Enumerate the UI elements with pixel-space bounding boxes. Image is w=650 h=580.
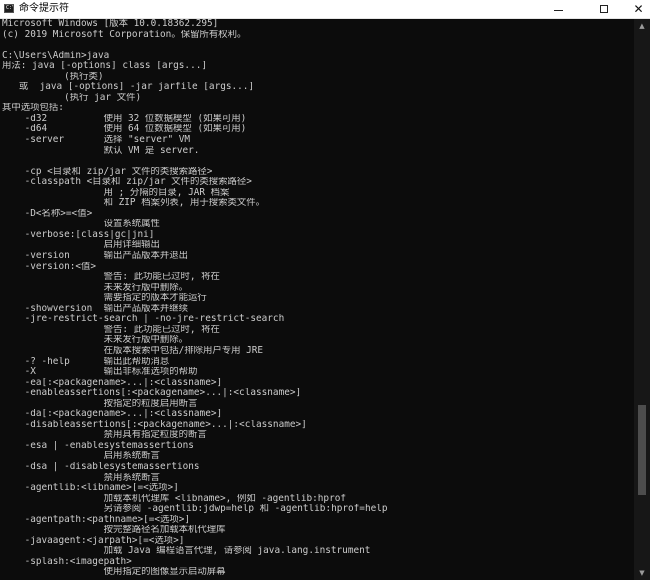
- console-line: (c) 2019 Microsoft Corporation。保留所有权利。: [2, 29, 247, 40]
- console-line: 用法: java [-options] class [args...]: [2, 61, 208, 72]
- console-line: -dsa | -disablesystemassertions: [2, 461, 200, 472]
- title-bar[interactable]: C:\ 命令提示符 ✕: [0, 0, 650, 19]
- console-line: (执行类): [2, 71, 104, 82]
- console-line: 默认 VM 是 server.: [2, 145, 200, 156]
- console-line: -d32 使用 32 位数据模型 (如果可用): [2, 113, 247, 124]
- window-title: 命令提示符: [19, 3, 69, 14]
- scroll-up-arrow-icon[interactable]: ▲: [634, 19, 650, 33]
- console-line: (执行 jar 文件): [2, 92, 142, 103]
- console-line: -D<名称>=<值>: [2, 208, 93, 219]
- console-line: 警告: 此功能已过时, 将在: [2, 324, 220, 335]
- console-line: C:\Users\Admin>java: [2, 50, 110, 61]
- console-line: 在版本搜索中包括/排除用户专用 JRE: [2, 345, 264, 356]
- minimize-button[interactable]: [535, 0, 581, 18]
- console-line: -da[:<packagename>...|:<classname>]: [2, 409, 223, 420]
- console-line: 其中选项包括:: [2, 103, 64, 114]
- console-output[interactable]: Microsoft Windows [版本 10.0.18362.295] (c)…: [2, 19, 632, 580]
- console-line: -server 选择 "server" VM: [2, 135, 191, 146]
- cmd-app-icon[interactable]: C:\: [4, 4, 14, 13]
- console-line: 用 ; 分隔的目录, JAR 档案: [2, 187, 230, 198]
- console-line: -d64 使用 64 位数据模型 (如果可用): [2, 124, 247, 135]
- close-icon: ✕: [633, 2, 644, 16]
- console-line: -ea[:<packagename>...|:<classname>]: [2, 377, 223, 388]
- console-line: 禁用具有指定粒度的断言: [2, 430, 207, 441]
- console-line: -javaagent:<jarpath>[=<选项>]: [2, 535, 185, 546]
- maximize-button[interactable]: [581, 0, 627, 18]
- console-line: -agentpath:<pathname>[=<选项>]: [2, 514, 191, 525]
- console-line: -cp <目录和 zip/jar 文件的类搜索路径>: [2, 166, 213, 177]
- console-line: 启用详细输出: [2, 240, 160, 251]
- console-line: 按完整路径名加载本机代理库: [2, 525, 226, 536]
- console-line: 警告: 此功能已过时, 将在: [2, 272, 220, 283]
- console-line: -jre-restrict-search | -no-jre-restrict-…: [2, 314, 285, 325]
- console-line: 启用系统断言: [2, 451, 160, 462]
- minimize-icon: [553, 9, 563, 11]
- console-line: 和 ZIP 档案列表, 用于搜索类文件。: [2, 198, 265, 209]
- console-line: 另请参阅 -agentlib:jdwp=help 和 -agentlib:hpr…: [2, 504, 388, 515]
- console-line: -? -help 输出此帮助消息: [2, 356, 170, 367]
- console-line: 使用指定的图像显示启动屏幕: [2, 567, 226, 578]
- close-button[interactable]: ✕: [627, 0, 650, 18]
- console-line: -showversion 输出产品版本并继续: [2, 303, 188, 314]
- console-line: 按指定的粒度启用断言: [2, 398, 198, 409]
- console-line: -agentlib:<libname>[=<选项>]: [2, 483, 179, 494]
- console-line: -esa | -enablesystemassertions: [2, 440, 194, 451]
- console-line: -X 输出非标准选项的帮助: [2, 367, 198, 378]
- vertical-scrollbar[interactable]: ▲ ▼: [634, 19, 650, 580]
- console-line: 加载本机代理库 <libname>, 例如 -agentlib:hprof: [2, 493, 347, 504]
- console-line: 需要指定的版本才能运行: [2, 293, 207, 304]
- console-line: -splash:<imagepath>: [2, 556, 132, 567]
- console-line: -classpath <目录和 zip/jar 文件的类搜索路径>: [2, 177, 252, 188]
- console-line: 禁用系统断言: [2, 472, 160, 483]
- console-line: -enableassertions[:<packagename>...|:<cl…: [2, 388, 302, 399]
- scroll-thumb[interactable]: [638, 405, 646, 496]
- maximize-icon: [600, 5, 608, 13]
- scroll-down-arrow-icon[interactable]: ▼: [634, 566, 650, 580]
- console-line: 未来发行版中删除。: [2, 282, 188, 293]
- console-line: 未来发行版中删除。: [2, 335, 188, 346]
- console-line: Microsoft Windows [版本 10.0.18362.295]: [2, 19, 219, 29]
- console-line: 设置系统属性: [2, 219, 160, 230]
- console-line: -disableassertions[:<packagename>...|:<c…: [2, 419, 307, 430]
- command-prompt-window: C:\ 命令提示符 ✕ Microsoft Windows [版本 10.0.1…: [0, 0, 650, 580]
- console-line: -version 输出产品版本并退出: [2, 251, 188, 262]
- console-line: 加载 Java 编程语言代理, 请参阅 java.lang.instrument: [2, 546, 371, 557]
- console-line: -verbose:[class|gc|jni]: [2, 229, 155, 240]
- console-line: -version:<值>: [2, 261, 97, 272]
- console-line: 或 java [-options] -jar jarfile [args...]: [2, 82, 255, 93]
